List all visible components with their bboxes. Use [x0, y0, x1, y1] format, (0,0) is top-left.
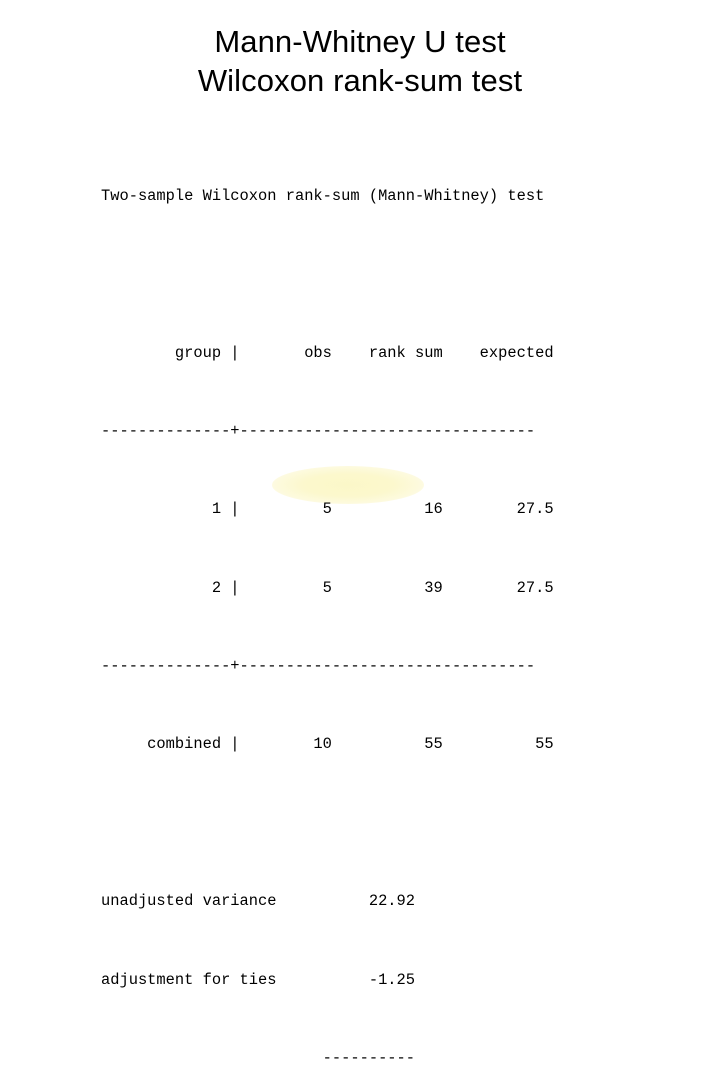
- table-rule-mid: --------------+-------------------------…: [101, 657, 536, 676]
- spacer-1: [101, 265, 554, 285]
- variance-rule: ----------: [101, 1048, 416, 1067]
- slide-title: Mann-Whitney U test Wilcoxon rank-sum te…: [0, 22, 720, 100]
- unadjusted-variance-line: unadjusted variance 22.92: [101, 892, 416, 911]
- table-row: 1 | 5 16 27.5: [101, 500, 554, 519]
- title-line-1: Mann-Whitney U test: [214, 24, 506, 59]
- adjustment-for-ties-line: adjustment for ties -1.25: [101, 970, 416, 989]
- spacer-2: [101, 814, 554, 834]
- table-row: 2 | 5 39 27.5: [101, 578, 554, 597]
- table-row-combined: combined | 10 55 55: [101, 735, 554, 754]
- table-column-headers: group | obs rank sum expected: [101, 343, 554, 362]
- output-header: Two-sample Wilcoxon rank-sum (Mann-Whitn…: [101, 186, 545, 205]
- title-line-2: Wilcoxon rank-sum test: [197, 63, 523, 98]
- slide-canvas: Mann-Whitney U test Wilcoxon rank-sum te…: [0, 0, 720, 1067]
- stata-output-block: Two-sample Wilcoxon rank-sum (Mann-Whitn…: [101, 128, 554, 1080]
- table-rule-top: --------------+-------------------------…: [101, 421, 536, 440]
